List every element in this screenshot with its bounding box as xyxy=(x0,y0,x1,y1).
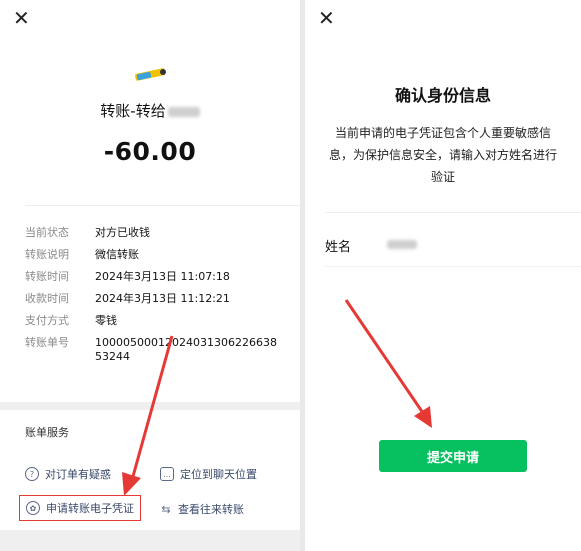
service-label: 定位到聊天位置 xyxy=(180,468,257,481)
transfer-details-list: 当前状态 对方已收钱 转账说明 微信转账 转账时间 2024年3月13日 11:… xyxy=(25,226,295,372)
service-label: 申请转账电子凭证 xyxy=(46,502,134,515)
detail-key: 转账单号 xyxy=(25,336,69,349)
detail-value: 对方已收钱 xyxy=(95,226,150,239)
order-question-link[interactable]: ? 对订单有疑惑 xyxy=(25,466,111,482)
name-field-label: 姓名 xyxy=(325,240,352,255)
swap-arrows-icon: ⇆ xyxy=(161,502,171,516)
identity-confirm-panel: ✕ 确认身份信息 当前申请的电子凭证包含个人重要敏感信息，为保护信息安全，请输入… xyxy=(305,0,581,551)
transfer-title: 转账-转给 xyxy=(0,100,300,121)
confirm-identity-title: 确认身份信息 xyxy=(394,86,491,105)
apply-transfer-certificate-link[interactable]: ✿ 申请转账电子凭证 xyxy=(19,495,141,521)
transfer-logo-icon xyxy=(135,68,166,81)
detail-value: 微信转账 xyxy=(95,248,139,261)
divider xyxy=(325,212,581,213)
detail-value: 1000050001202403130622663853244 xyxy=(95,336,277,363)
locate-chat-link[interactable]: … 定位到聊天位置 xyxy=(160,466,257,482)
name-input-redacted[interactable] xyxy=(387,240,417,249)
detail-key: 支付方式 xyxy=(25,314,69,327)
bottom-separator xyxy=(0,530,300,551)
divider xyxy=(325,266,581,267)
close-icon[interactable]: ✕ xyxy=(318,8,338,28)
detail-row-transfer-time: 转账时间 2024年3月13日 11:07:18 xyxy=(25,270,295,284)
recipient-name-redacted xyxy=(167,106,200,117)
view-transfers-link[interactable]: ⇆ 查看往来转账 xyxy=(160,501,244,517)
confirm-identity-description: 当前申请的电子凭证包含个人重要敏感信息，为保护信息安全，请输入对方姓名进行验证 xyxy=(328,126,557,184)
service-label: 查看往来转账 xyxy=(178,503,244,516)
detail-value: 零钱 xyxy=(95,314,117,327)
submit-application-button[interactable]: 提交申请 xyxy=(379,440,527,472)
detail-row-status: 当前状态 对方已收钱 xyxy=(25,226,295,240)
close-icon[interactable]: ✕ xyxy=(13,8,33,28)
section-separator xyxy=(0,402,300,410)
transfer-amount: -60.00 xyxy=(103,137,197,166)
service-label: 对订单有疑惑 xyxy=(45,468,111,481)
certificate-icon: ✿ xyxy=(26,501,40,515)
detail-key: 转账说明 xyxy=(25,248,69,261)
detail-row-receive-time: 收款时间 2024年3月13日 11:12:21 xyxy=(25,292,295,306)
transfer-title-text: 转账-转给 xyxy=(100,102,166,120)
detail-key: 当前状态 xyxy=(25,226,69,239)
detail-key: 收款时间 xyxy=(25,292,69,305)
detail-row-order-number: 转账单号 1000050001202403130622663853244 xyxy=(25,336,295,364)
services-title: 账单服务 xyxy=(25,426,69,439)
question-icon: ? xyxy=(25,467,39,481)
detail-value: 2024年3月13日 11:12:21 xyxy=(95,292,230,305)
divider xyxy=(25,205,300,206)
detail-row-note: 转账说明 微信转账 xyxy=(25,248,295,262)
detail-value: 2024年3月13日 11:07:18 xyxy=(95,270,230,283)
transfer-detail-panel: ✕ 转账-转给 -60.00 当前状态 对方已收钱 转账说明 微信转账 转账时间… xyxy=(0,0,300,551)
detail-key: 转账时间 xyxy=(25,270,69,283)
detail-row-payment-method: 支付方式 零钱 xyxy=(25,314,295,328)
chat-bubble-icon: … xyxy=(160,467,174,481)
